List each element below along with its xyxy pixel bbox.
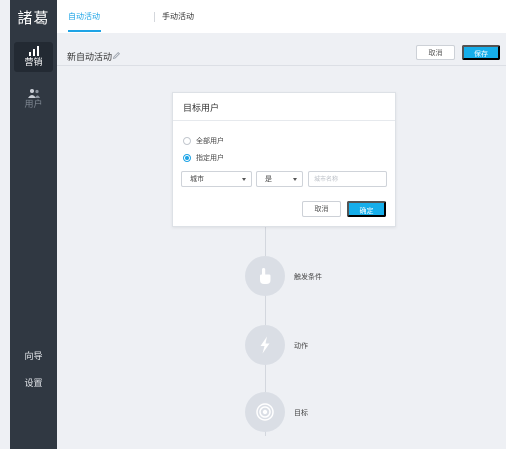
radio-button-checked[interactable] bbox=[183, 154, 191, 162]
city-name-input[interactable] bbox=[308, 171, 387, 187]
goal-node-label: 目标 bbox=[294, 409, 308, 417]
card-title: 目标用户 bbox=[183, 104, 220, 114]
tab-divider bbox=[154, 12, 155, 22]
chart-icon bbox=[28, 46, 39, 56]
operator-select[interactable]: 是 bbox=[256, 171, 303, 187]
target-users-card: 目标用户 全部用户 指定用户 城市 是 取消 确定 bbox=[172, 92, 396, 227]
campaign-header: 新自动活动 取消 保存 bbox=[57, 33, 506, 66]
app-logo[interactable]: 諸葛 bbox=[10, 7, 57, 28]
sidebar: 諸葛 营销 用户 向导 设置 bbox=[10, 0, 57, 449]
card-header: 目标用户 bbox=[173, 93, 395, 121]
sidebar-item-users[interactable]: 用户 bbox=[14, 86, 53, 116]
hand-pointer-icon bbox=[260, 268, 271, 284]
operator-select-value: 是 bbox=[265, 175, 272, 183]
action-node-label: 动作 bbox=[294, 342, 308, 350]
lightning-icon bbox=[260, 336, 270, 354]
trigger-node[interactable] bbox=[245, 256, 285, 296]
trigger-node-label: 触发条件 bbox=[294, 273, 322, 281]
caret-down-icon bbox=[293, 178, 297, 181]
field-select[interactable]: 城市 bbox=[181, 171, 252, 187]
active-tab-indicator bbox=[68, 30, 101, 32]
sidebar-item-label: 用户 bbox=[24, 100, 43, 110]
sidebar-item-label: 营销 bbox=[24, 58, 43, 68]
radio-label: 全部用户 bbox=[196, 137, 224, 145]
sidebar-item-settings[interactable]: 设置 bbox=[10, 376, 57, 389]
tab-auto-campaign[interactable]: 自动活动 bbox=[68, 11, 100, 23]
campaign-title: 新自动活动 bbox=[67, 53, 113, 63]
target-icon bbox=[256, 403, 274, 421]
save-button[interactable]: 保存 bbox=[462, 45, 500, 60]
pencil-icon[interactable] bbox=[112, 51, 121, 60]
confirm-button[interactable]: 确定 bbox=[347, 201, 386, 217]
radio-label: 指定用户 bbox=[196, 154, 224, 162]
sidebar-item-guide[interactable]: 向导 bbox=[10, 349, 57, 362]
card-cancel-button[interactable]: 取消 bbox=[302, 201, 341, 217]
caret-down-icon bbox=[242, 178, 246, 181]
field-select-value: 城市 bbox=[190, 175, 204, 183]
cancel-button[interactable]: 取消 bbox=[416, 45, 455, 60]
goal-node[interactable] bbox=[245, 392, 285, 432]
top-tab-bar: 自动活动 手动活动 bbox=[57, 0, 506, 33]
tab-manual-campaign[interactable]: 手动活动 bbox=[162, 11, 194, 23]
sidebar-item-marketing[interactable]: 营销 bbox=[14, 42, 53, 72]
action-node[interactable] bbox=[245, 325, 285, 365]
radio-all-users[interactable]: 全部用户 bbox=[183, 136, 224, 146]
radio-button[interactable] bbox=[183, 137, 191, 145]
radio-specific-users[interactable]: 指定用户 bbox=[183, 153, 224, 163]
users-icon bbox=[27, 89, 40, 98]
